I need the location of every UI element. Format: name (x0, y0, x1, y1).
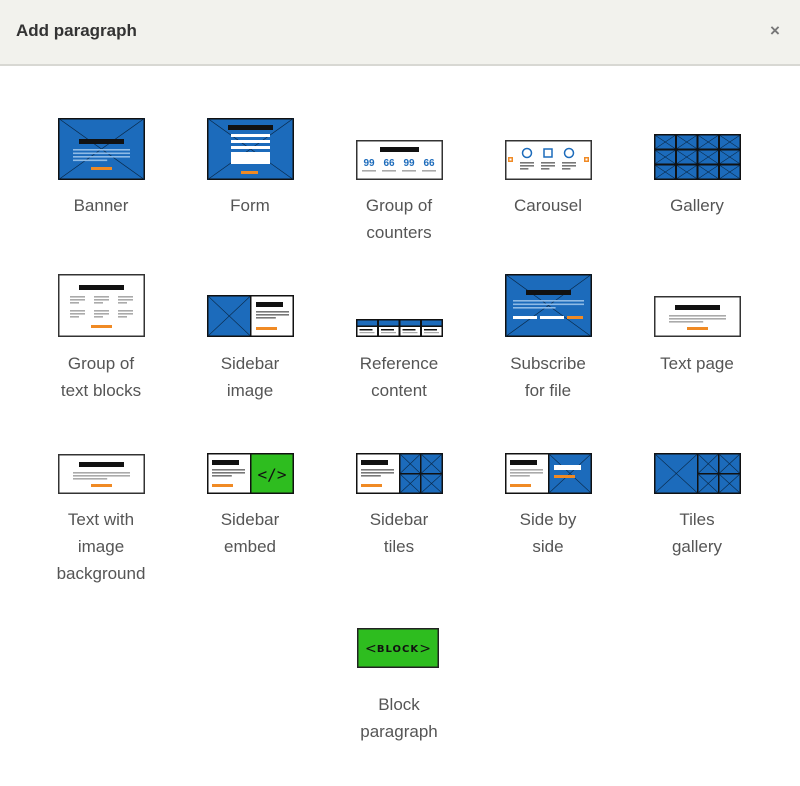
sidebar-embed-icon: </> (206, 453, 294, 494)
text-image-bg-icon (57, 454, 145, 494)
paragraph-type-label: Subscribe for file (510, 354, 586, 400)
code-glyph: </> (257, 465, 286, 484)
counter-value: 66 (423, 158, 435, 169)
paragraph-type-label: Group of text blocks (60, 354, 142, 400)
text-blocks-icon (57, 274, 145, 337)
dialog-header: Add paragraph × (0, 0, 800, 66)
paragraph-type-label: Tiles gallery (671, 510, 723, 556)
paragraph-type-label: Sidebar tiles (369, 510, 429, 556)
subscribe-icon (504, 274, 592, 337)
counter-value: 99 (403, 158, 415, 169)
sidebar-image-icon (206, 295, 294, 337)
svg-text:<: < (365, 641, 377, 657)
counters-icon: 99 66 99 66 (355, 140, 443, 180)
side-by-side-icon (504, 453, 592, 494)
carousel-icon (504, 140, 592, 180)
counter-value: 66 (383, 158, 395, 169)
paragraph-type-label: Banner (73, 196, 129, 215)
banner-icon (57, 118, 145, 180)
reference-content-icon (355, 319, 443, 337)
paragraph-type-label: Gallery (670, 196, 724, 215)
paragraph-type-label: Side by side (519, 510, 577, 556)
paragraph-type-label: Sidebar embed (220, 510, 280, 556)
tiles-gallery-icon (653, 453, 741, 494)
close-icon[interactable]: × (768, 22, 782, 40)
paragraph-type-label: Form (230, 196, 270, 215)
paragraph-type-label: Block paragraph (360, 695, 438, 741)
paragraph-type-label: Sidebar image (220, 354, 280, 400)
paragraph-type-label: Text page (660, 354, 734, 373)
counter-value: 99 (363, 158, 375, 169)
paragraph-type-label: Reference content (359, 354, 439, 400)
svg-text:>: > (419, 641, 431, 657)
dialog-title: Add paragraph (16, 21, 137, 40)
paragraph-type-label: Carousel (513, 196, 583, 215)
block-text: BLOCK (377, 644, 419, 655)
paragraph-type-label: Group of counters (365, 196, 433, 242)
gallery-icon (653, 134, 741, 180)
paragraph-type-label: Text with image background (56, 510, 146, 583)
form-icon (206, 118, 294, 180)
sidebar-tiles-icon (355, 453, 443, 494)
text-page-icon (653, 296, 741, 337)
block-icon: < >BLOCK (357, 628, 439, 668)
